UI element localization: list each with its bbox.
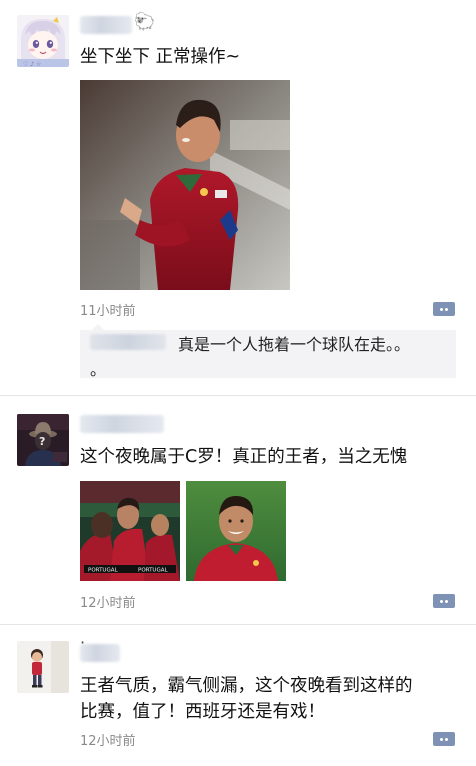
post-text-continued: 比赛，值了！西班牙还是有戏！ — [80, 702, 325, 722]
photo-caption-portugal: PORTUGAL — [138, 568, 168, 574]
user-avatar[interactable]: ♡ ♪ ☆ — [17, 15, 69, 67]
dot-icon — [445, 599, 448, 603]
svg-text:♡ ♪ ☆: ♡ ♪ ☆ — [23, 61, 41, 67]
post-timestamp: 11小时前 — [80, 304, 136, 319]
svg-text:?: ? — [39, 435, 45, 448]
moment-post-3: · 王者气质，霸气侧漏，这个夜晚看到这样的 比赛，值了！西班牙还是有戏！ 12小… — [0, 625, 476, 766]
photo-caption-portugal: PORTUGAL — [88, 568, 118, 574]
commenter-name-blurred[interactable] — [90, 334, 166, 350]
dot-icon — [440, 737, 443, 741]
post-timestamp: 12小时前 — [80, 734, 136, 749]
more-comment-button[interactable] — [433, 732, 455, 746]
hat-figure-avatar-image: ? — [17, 414, 69, 466]
comment-area: 真是一个人拖着一个球队在走。。 。 — [80, 324, 456, 379]
comment-text-continued: 。 — [90, 360, 107, 379]
dot-icon — [440, 599, 443, 603]
more-comment-button[interactable] — [433, 594, 455, 608]
moment-post-1: ♡ ♪ ☆ 🐑 坐下坐下 正常操作~ 11小时前 真是一个人拖着一个球队在走。。… — [0, 0, 476, 396]
moment-post-2: ? 这个夜晚属于C罗！真正的王者，当之无愧 PORTUGAL PORTUGAL — [0, 396, 476, 625]
username-blurred[interactable] — [80, 644, 120, 662]
post-photo-1[interactable]: PORTUGAL PORTUGAL — [80, 481, 180, 581]
post-text: 王者气质，霸气侧漏，这个夜晚看到这样的 — [80, 676, 413, 696]
post-text: 这个夜晚属于C罗！真正的王者，当之无愧 — [80, 447, 408, 467]
user-avatar[interactable]: ? — [17, 414, 69, 466]
anime-avatar-image: ♡ ♪ ☆ — [17, 15, 69, 67]
smiling-player-photo — [186, 481, 286, 581]
username-blurred[interactable] — [80, 16, 132, 34]
child-figure-avatar-image — [17, 641, 69, 693]
user-avatar[interactable] — [17, 641, 69, 693]
sheep-emoji: 🐑 — [134, 12, 156, 32]
players-celebration-photo: PORTUGAL PORTUGAL — [80, 481, 180, 581]
post-photo[interactable] — [80, 80, 290, 290]
username-blurred[interactable] — [80, 415, 164, 433]
dot-icon — [445, 737, 448, 741]
football-player-photo — [80, 80, 290, 290]
comment-text: 真是一个人拖着一个球队在走。。 — [178, 335, 411, 354]
post-text: 坐下坐下 正常操作~ — [80, 47, 241, 67]
more-comment-button[interactable] — [433, 302, 455, 316]
post-timestamp: 12小时前 — [80, 596, 136, 611]
post-photo-2[interactable] — [186, 481, 286, 581]
dot-icon — [445, 307, 448, 311]
dot-icon — [440, 307, 443, 311]
